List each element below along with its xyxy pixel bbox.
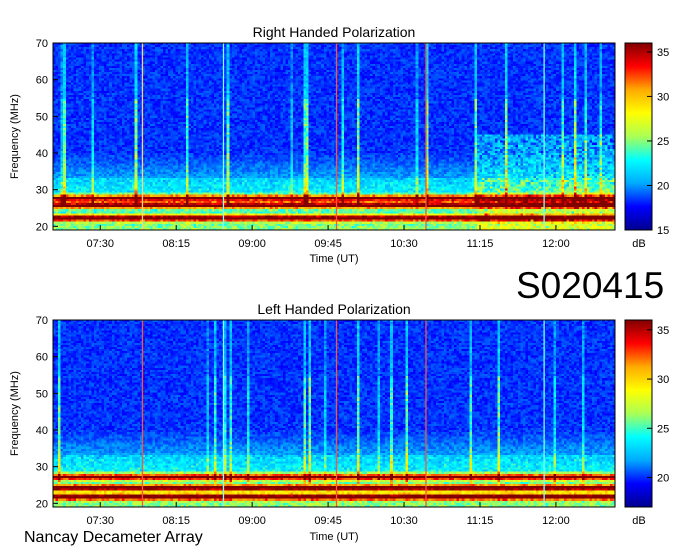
colorbar-tick-label: 35 — [657, 325, 669, 337]
colorbar — [624, 42, 653, 231]
x-tick-label: 08:15 — [162, 238, 190, 250]
chart-title: Left Handed Polarization — [257, 301, 410, 317]
y-tick-label: 30 — [36, 462, 48, 474]
colorbar-tick-label: 20 — [657, 180, 669, 192]
spectrogram-heatmap — [53, 320, 615, 507]
instrument-name: Nancay Decameter Array — [24, 529, 203, 546]
colorbar-unit: dB — [632, 515, 645, 527]
y-tick-label: 60 — [36, 352, 48, 364]
y-tick-label: 60 — [36, 75, 48, 87]
station-id: S020415 — [516, 265, 665, 306]
colorbar-tick-label: 15 — [657, 225, 669, 237]
colorbar-tick-label: 25 — [657, 423, 669, 435]
colorbar-tick-label: 30 — [657, 91, 669, 103]
x-tick-label: 08:15 — [162, 515, 190, 527]
x-tick-label: 09:45 — [314, 515, 342, 527]
colorbar-unit: dB — [632, 238, 645, 250]
y-tick-label: 40 — [36, 148, 48, 160]
chart-title: Right Handed Polarization — [253, 24, 416, 40]
y-tick-label: 20 — [36, 498, 48, 510]
x-tick-label: 09:00 — [238, 238, 266, 250]
colorbar — [624, 319, 653, 508]
y-axis-label: Frequency (MHz) — [9, 371, 21, 456]
colorbar-tick-label: 20 — [657, 472, 669, 484]
x-tick-label: 11:15 — [467, 515, 494, 527]
colorbar-tick-label: 35 — [657, 47, 669, 59]
x-tick-label: 11:15 — [467, 238, 494, 250]
x-tick-label: 09:00 — [238, 515, 266, 527]
x-tick-label: 07:30 — [86, 238, 114, 250]
y-tick-label: 40 — [36, 425, 48, 437]
y-tick-label: 50 — [36, 111, 48, 123]
colorbar-tick-label: 30 — [657, 374, 669, 386]
x-tick-label: 10:30 — [390, 238, 418, 250]
x-tick-label: 12:00 — [542, 238, 570, 250]
x-tick-label: 10:30 — [390, 515, 418, 527]
spectrogram-heatmap — [53, 43, 615, 230]
y-tick-label: 70 — [36, 38, 48, 50]
colorbar-tick-label: 25 — [657, 136, 669, 148]
y-tick-label: 70 — [36, 315, 48, 327]
x-tick-label: 12:00 — [542, 515, 570, 527]
x-tick-label: 09:45 — [314, 238, 342, 250]
x-tick-label: 07:30 — [86, 515, 114, 527]
y-tick-label: 50 — [36, 388, 48, 400]
y-axis-label: Frequency (MHz) — [9, 94, 21, 179]
x-axis-label: Time (UT) — [309, 253, 358, 265]
y-tick-label: 20 — [36, 221, 48, 233]
x-axis-label: Time (UT) — [309, 531, 358, 543]
y-tick-label: 30 — [36, 185, 48, 197]
